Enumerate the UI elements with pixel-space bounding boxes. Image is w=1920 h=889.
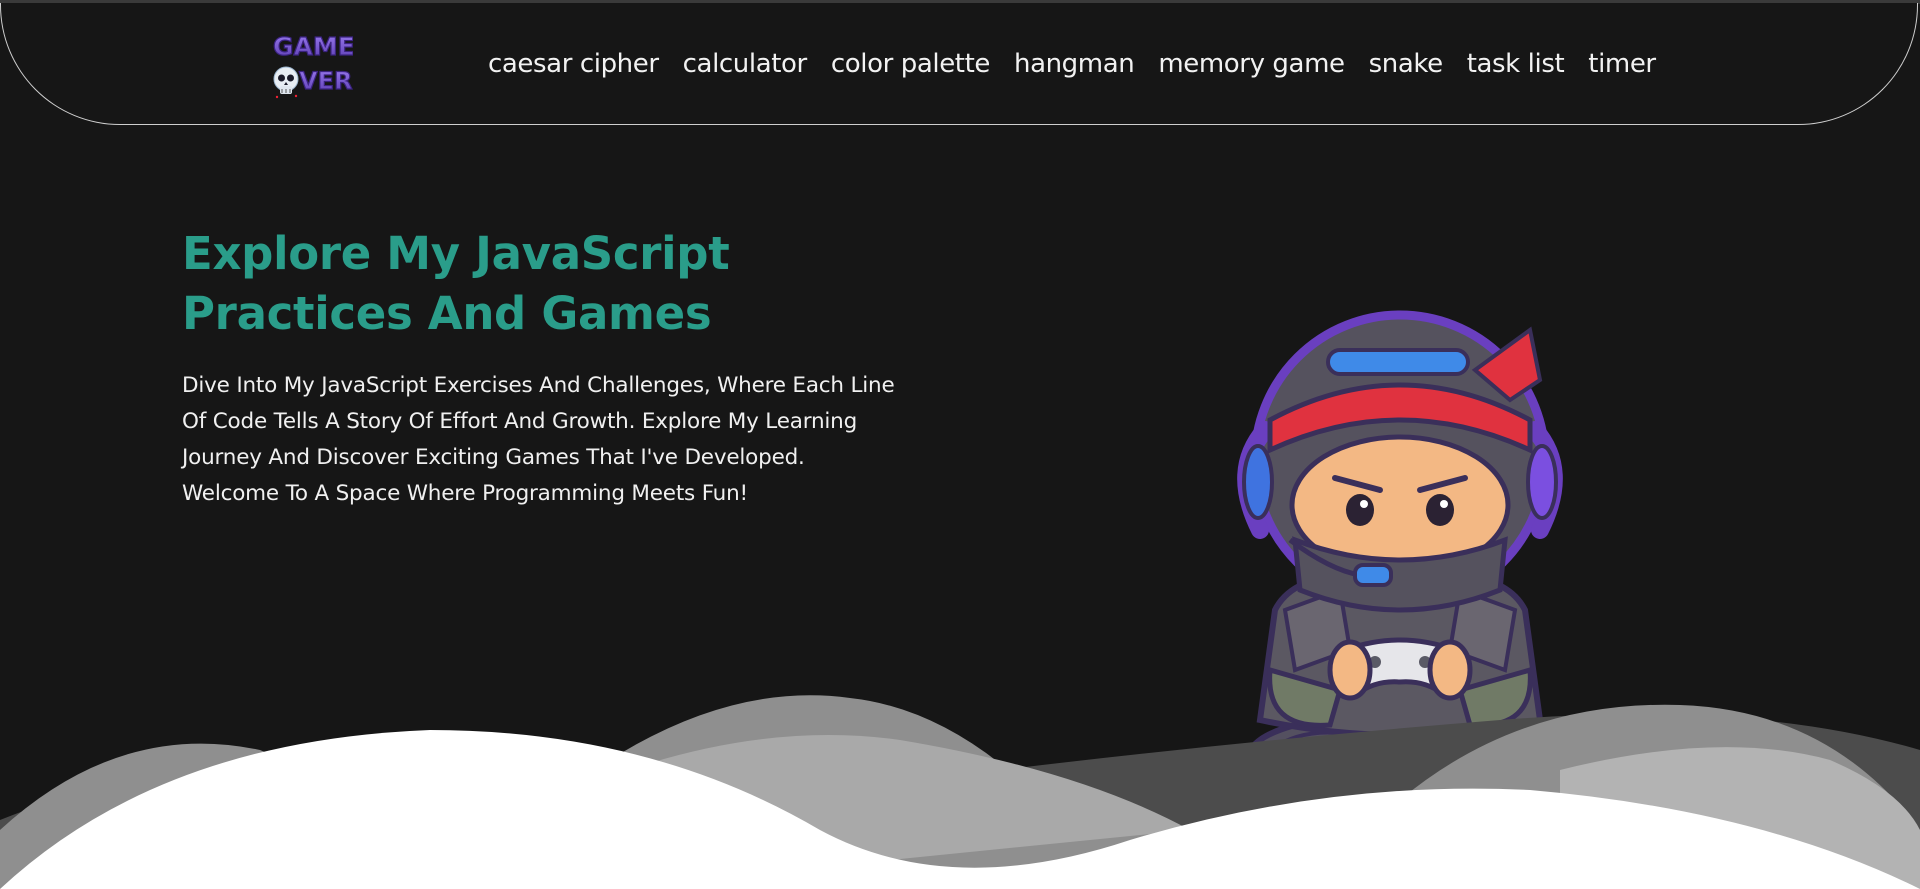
decorative-waves [0,695,1920,889]
nav-link-calculator[interactable]: calculator [683,49,808,79]
hero-title: Explore My JavaScript Practices And Game… [182,224,882,344]
skull-icon [273,66,299,99]
main-nav: caesar cipher calculator color palette h… [488,49,1656,79]
nav-link-snake[interactable]: snake [1369,49,1443,79]
hero-title-line1: Explore My JavaScript [182,227,730,280]
nav-link-timer[interactable]: timer [1588,49,1656,79]
game-over-logo[interactable]: GAME VER [271,29,353,101]
logo-line2: VER [299,67,352,95]
nav-link-memory-game[interactable]: memory game [1158,49,1345,79]
hero-title-line2: Practices And Games [182,287,712,340]
navbar: GAME VER caesar cipher calculator color … [0,3,1918,125]
nav-link-color-palette[interactable]: color palette [831,49,991,79]
logo-line1: GAME [273,32,353,61]
hero-description: Dive Into My JavaScript Exercises And Ch… [182,373,895,506]
nav-link-hangman[interactable]: hangman [1014,49,1135,79]
nav-link-task-list[interactable]: task list [1467,49,1565,79]
nav-link-caesar-cipher[interactable]: caesar cipher [488,49,659,79]
